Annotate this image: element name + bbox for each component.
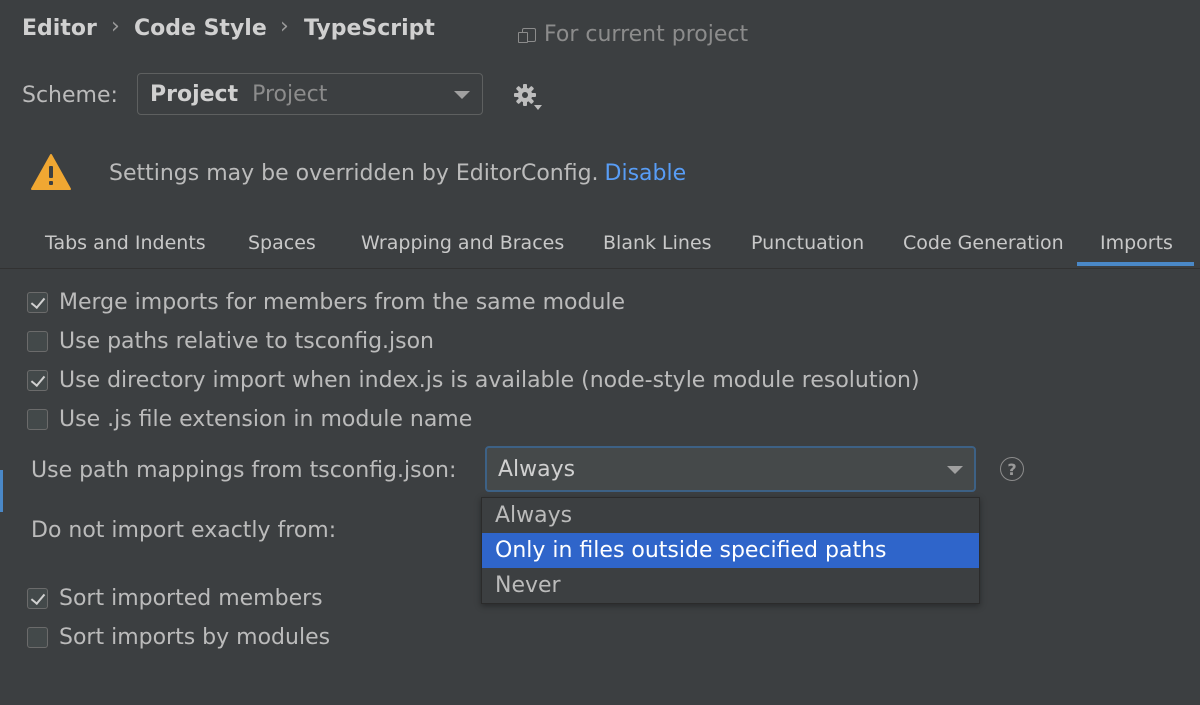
checkbox-unchecked[interactable] <box>27 331 48 352</box>
disable-link[interactable]: Disable <box>605 161 687 186</box>
tab-imports[interactable]: Imports <box>1100 232 1173 254</box>
help-icon[interactable]: ? <box>1000 457 1024 481</box>
do-not-import-label: Do not import exactly from: <box>31 518 337 543</box>
option-relative-paths[interactable]: Use paths relative to tsconfig.json <box>27 329 434 354</box>
warning-icon <box>31 154 71 190</box>
tab-bar: Tabs and Indents Spaces Wrapping and Bra… <box>0 222 1200 269</box>
chevron-down-icon <box>454 91 470 99</box>
scope-label: For current project <box>544 22 749 47</box>
checkbox-checked[interactable] <box>27 370 48 391</box>
path-mappings-label: Use path mappings from tsconfig.json: <box>31 458 457 483</box>
option-sort-modules[interactable]: Sort imports by modules <box>27 625 330 650</box>
scope-indicator: For current project <box>518 22 749 47</box>
dropdown-option-outside-paths[interactable]: Only in files outside specified paths <box>482 533 979 568</box>
breadcrumb-editor[interactable]: Editor <box>22 16 97 41</box>
chevron-down-icon <box>947 466 963 474</box>
gear-icon[interactable] <box>512 82 544 114</box>
scheme-label: Scheme: <box>22 83 118 108</box>
scheme-scope: Project <box>252 81 328 107</box>
option-label: Use paths relative to tsconfig.json <box>59 329 434 354</box>
checkbox-checked[interactable] <box>27 588 48 609</box>
dropdown-option-never[interactable]: Never <box>482 568 979 603</box>
option-directory-import[interactable]: Use directory import when index.js is av… <box>27 368 920 393</box>
warning-text: Settings may be overridden by EditorConf… <box>109 161 599 186</box>
dropdown-option-always[interactable]: Always <box>482 498 979 533</box>
option-merge-imports[interactable]: Merge imports for members from the same … <box>27 290 625 315</box>
tab-punctuation[interactable]: Punctuation <box>751 232 864 254</box>
breadcrumb-separator: › <box>280 14 289 39</box>
option-label: Merge imports for members from the same … <box>59 290 626 315</box>
option-sort-members[interactable]: Sort imported members <box>27 586 323 611</box>
option-label: Use directory import when index.js is av… <box>59 368 920 393</box>
tab-code-generation[interactable]: Code Generation <box>903 232 1064 254</box>
breadcrumb-code-style[interactable]: Code Style <box>134 16 267 41</box>
copy-icon <box>518 27 536 43</box>
option-label: Sort imported members <box>59 586 323 611</box>
scheme-dropdown[interactable]: Project Project <box>137 73 483 115</box>
path-mappings-value: Always <box>498 456 576 482</box>
scheme-name: Project <box>150 81 239 107</box>
focus-indicator <box>0 470 3 512</box>
breadcrumb-separator: › <box>111 14 120 39</box>
checkbox-unchecked[interactable] <box>27 627 48 648</box>
breadcrumb-typescript: TypeScript <box>304 16 435 41</box>
option-label: Use .js file extension in module name <box>59 407 473 432</box>
tab-spaces[interactable]: Spaces <box>248 232 316 254</box>
checkbox-unchecked[interactable] <box>27 409 48 430</box>
tab-blank-lines[interactable]: Blank Lines <box>603 232 712 254</box>
path-mappings-dropdown[interactable]: Always <box>485 446 976 492</box>
tab-tabs-and-indents[interactable]: Tabs and Indents <box>45 232 206 254</box>
option-js-extension[interactable]: Use .js file extension in module name <box>27 407 472 432</box>
active-tab-indicator <box>1077 262 1194 266</box>
path-mappings-popup: Always Only in files outside specified p… <box>481 497 980 604</box>
warning-message: Settings may be overridden by EditorConf… <box>109 161 686 186</box>
option-label: Sort imports by modules <box>59 625 331 650</box>
tab-wrapping-and-braces[interactable]: Wrapping and Braces <box>361 232 564 254</box>
checkbox-checked[interactable] <box>27 292 48 313</box>
